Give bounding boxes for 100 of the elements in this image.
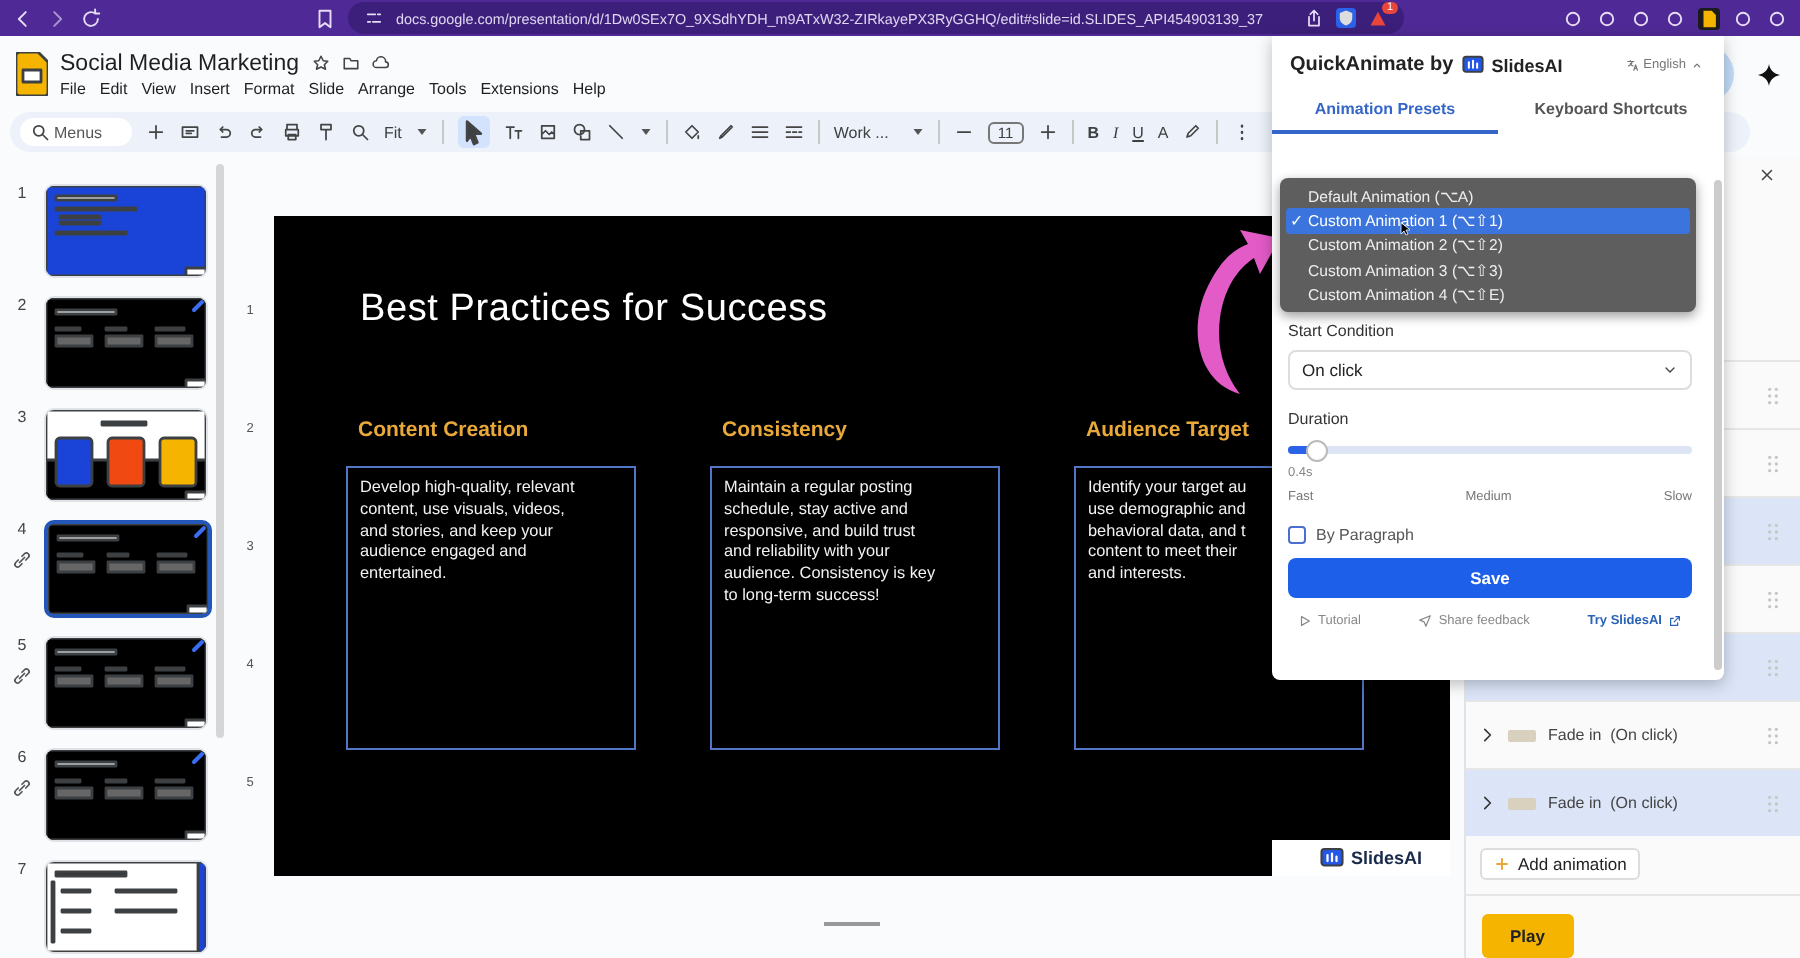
format-button[interactable]: I (1112, 123, 1119, 141)
body-text-line: content to meet their (1088, 542, 1238, 565)
zoom-select[interactable]: Fit (384, 123, 402, 141)
column-heading[interactable]: Audience Target (1086, 418, 1249, 442)
caret-icon[interactable] (639, 126, 652, 138)
menu-item[interactable]: File (60, 79, 86, 97)
text-box[interactable]: Develop high-quality, relevant content, use visuals, videos, and stories, and keep your audience engaged and entertained. (346, 466, 636, 750)
start-condition-select[interactable]: On click (1288, 350, 1692, 390)
animation-row[interactable]: Fade in (On click) (1466, 768, 1800, 837)
menu-item[interactable]: Format (243, 79, 295, 97)
popup-tab[interactable]: Keyboard Shortcuts (1498, 100, 1724, 134)
plus-icon (1494, 856, 1510, 873)
popup-tab[interactable]: Animation Presets (1272, 100, 1498, 134)
pen-icon[interactable] (715, 122, 736, 142)
menu-item[interactable]: Extensions (480, 79, 559, 97)
object-preview (1508, 729, 1536, 742)
menu-item[interactable]: Insert (189, 79, 230, 97)
share-icon[interactable] (1303, 8, 1324, 28)
caret-icon[interactable] (911, 126, 924, 138)
drag-handle-icon[interactable] (1766, 589, 1780, 610)
line-weight-icon[interactable] (749, 122, 770, 142)
drag-handle-icon[interactable] (1766, 521, 1780, 542)
shapes-icon[interactable] (571, 122, 592, 142)
font-select[interactable]: Work ... (833, 123, 898, 141)
slide-thumbnail[interactable] (44, 408, 208, 502)
site-info-icon[interactable] (364, 8, 384, 28)
line-dash-icon[interactable] (783, 122, 804, 142)
send-icon (1418, 614, 1433, 628)
brand-name: SlidesAI (1491, 55, 1563, 75)
highlighter-icon[interactable] (1182, 122, 1203, 142)
document-title[interactable]: Social Media Marketing (60, 51, 300, 75)
slidesai-logo-icon (1320, 846, 1345, 870)
slider-thumb[interactable] (1306, 440, 1329, 462)
slide-thumbnail[interactable] (44, 748, 208, 842)
folder-icon[interactable] (341, 54, 360, 72)
text-box[interactable]: Maintain a regular posting schedule, stay active and responsive, and build trust and reliability with your audience. Consistency is key to long-term success! (710, 466, 1000, 750)
add-icon[interactable] (146, 122, 166, 142)
caret-icon[interactable] (415, 126, 428, 138)
external-link-icon (1667, 614, 1682, 628)
format-button[interactable]: A (1157, 123, 1169, 141)
reload-icon[interactable] (80, 7, 102, 29)
format-button[interactable]: U (1132, 123, 1144, 141)
drag-handle-icon[interactable] (1766, 385, 1780, 406)
body-text-line: and stories, and keep your (360, 521, 553, 543)
popup-title: QuickAnimate by (1290, 54, 1454, 76)
line-icon[interactable] (605, 122, 626, 142)
slide-thumbnail[interactable] (44, 296, 208, 390)
chevron-icon[interactable] (1478, 794, 1496, 813)
warning-icon[interactable] (1367, 8, 1388, 28)
image-icon[interactable] (537, 122, 558, 142)
redo-icon[interactable] (248, 122, 268, 142)
play-button[interactable]: Play (1482, 914, 1573, 958)
chevron-down-icon (1662, 362, 1678, 378)
save-button[interactable]: Save (1288, 558, 1692, 598)
menu-search-field[interactable]: Menus (20, 118, 132, 146)
add-animation-button[interactable]: Add animation (1480, 848, 1641, 881)
body-text-line: content, use visuals, videos, (360, 499, 565, 522)
caret-icon (1690, 58, 1704, 72)
slide-thumbnail[interactable] (44, 860, 208, 954)
select-cursor-icon[interactable] (457, 116, 490, 148)
format-button[interactable]: B (1087, 123, 1099, 141)
body-text-line: responsive, and build trust (724, 521, 916, 543)
sparkle-icon[interactable] (1758, 63, 1780, 85)
menu-item[interactable]: Help (572, 79, 606, 97)
drag-handle-icon[interactable] (1766, 725, 1780, 746)
menu-item[interactable]: Slide (308, 79, 345, 97)
fill-color-icon[interactable] (681, 122, 702, 142)
body-text-line: audience. Consistency is key (724, 564, 936, 586)
drag-handle-icon[interactable] (1766, 453, 1780, 474)
body-text-line: schedule, stay active and (724, 499, 908, 522)
drag-handle-icon[interactable] (1766, 657, 1780, 678)
body-text-line: to long-term success! (724, 585, 880, 608)
new-slide-icon[interactable] (180, 122, 200, 142)
column-heading[interactable]: Consistency (722, 418, 847, 442)
play-icon (1298, 614, 1312, 628)
menu-item[interactable]: Edit (99, 79, 128, 97)
text-box-icon[interactable] (503, 122, 524, 142)
menu-item[interactable]: Arrange (358, 79, 416, 97)
print-icon[interactable] (282, 122, 302, 142)
checkbox[interactable] (1288, 526, 1306, 544)
menu-item[interactable]: Tools (429, 79, 467, 97)
increase-size-icon[interactable] (1037, 122, 1058, 142)
close-icon[interactable] (1758, 165, 1776, 184)
zoom-icon[interactable] (350, 122, 370, 142)
slide-thumbnail[interactable] (44, 520, 212, 618)
drag-handle-icon[interactable] (1766, 793, 1780, 814)
slide-number: 4 (17, 520, 27, 538)
undo-icon[interactable] (214, 122, 234, 142)
document-icon[interactable] (1698, 7, 1720, 29)
slide-thumbnail[interactable] (44, 184, 208, 278)
body-text-line: behavioral data, and t (1088, 521, 1246, 543)
cloud-icon[interactable] (371, 54, 390, 72)
column-heading[interactable]: Content Creation (358, 418, 529, 442)
body-text-line: Maintain a regular posting (724, 478, 913, 500)
slide-thumbnail[interactable] (44, 636, 208, 730)
bookmark-icon[interactable] (314, 7, 336, 29)
menu-item[interactable]: View (141, 79, 176, 97)
paint-format-icon[interactable] (316, 122, 336, 142)
slides-logo-icon[interactable] (16, 52, 48, 96)
chevron-icon[interactable] (1478, 726, 1496, 745)
